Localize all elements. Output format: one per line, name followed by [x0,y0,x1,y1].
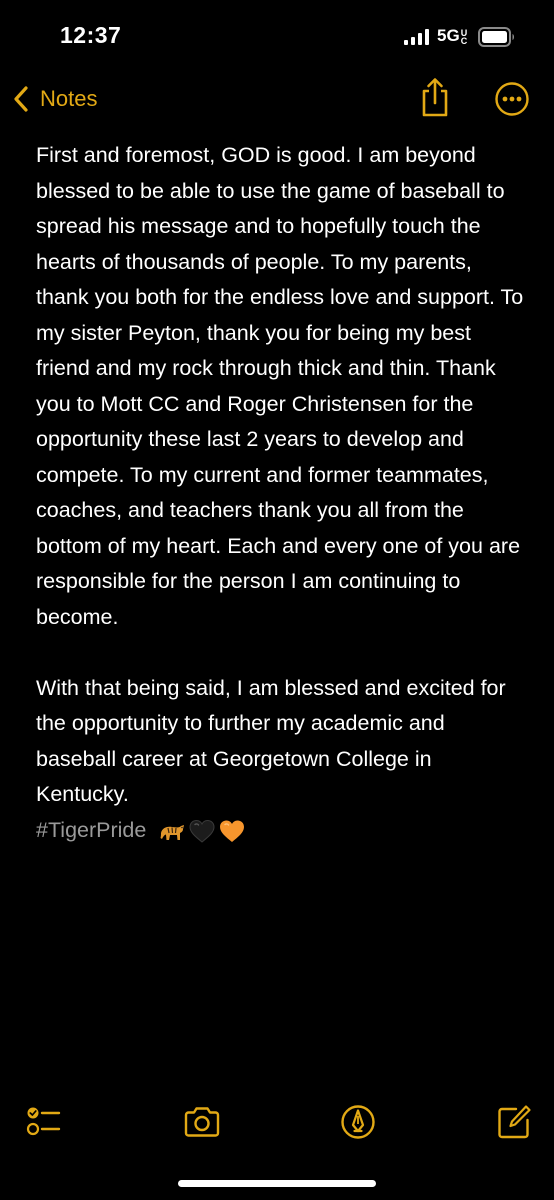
note-paragraph-2: With that being said, I am blessed and e… [36,675,506,807]
note-body[interactable]: First and foremost, GOD is good. I am be… [36,138,526,848]
emoji-row [158,818,246,844]
markup-icon[interactable] [338,1102,378,1142]
compose-icon[interactable] [494,1102,534,1142]
chevron-left-icon [14,86,28,112]
checklist-icon[interactable] [24,1102,64,1142]
cellular-signal-icon [404,29,429,45]
network-superscript: UC [460,28,468,46]
back-to-notes-button[interactable]: Notes [12,83,97,115]
network-type: 5G [437,26,460,45]
battery-icon [478,27,514,47]
tiger-emoji [160,824,185,840]
status-bar: 12:37 5G UC [0,0,554,70]
black-heart-emoji [189,819,215,843]
status-time: 12:37 [60,22,122,48]
hashtag: #TigerPride [36,817,147,842]
more-options-icon[interactable] [494,81,530,117]
share-icon[interactable] [418,76,452,118]
camera-icon[interactable] [182,1102,222,1142]
note-paragraph-1: First and foremost, GOD is good. I am be… [36,143,524,629]
hashtag-line: #TigerPride [36,813,526,849]
network-indicator: 5G UC [437,26,469,46]
back-label: Notes [40,86,98,111]
orange-heart-emoji [220,820,245,842]
home-indicator[interactable] [178,1180,376,1187]
